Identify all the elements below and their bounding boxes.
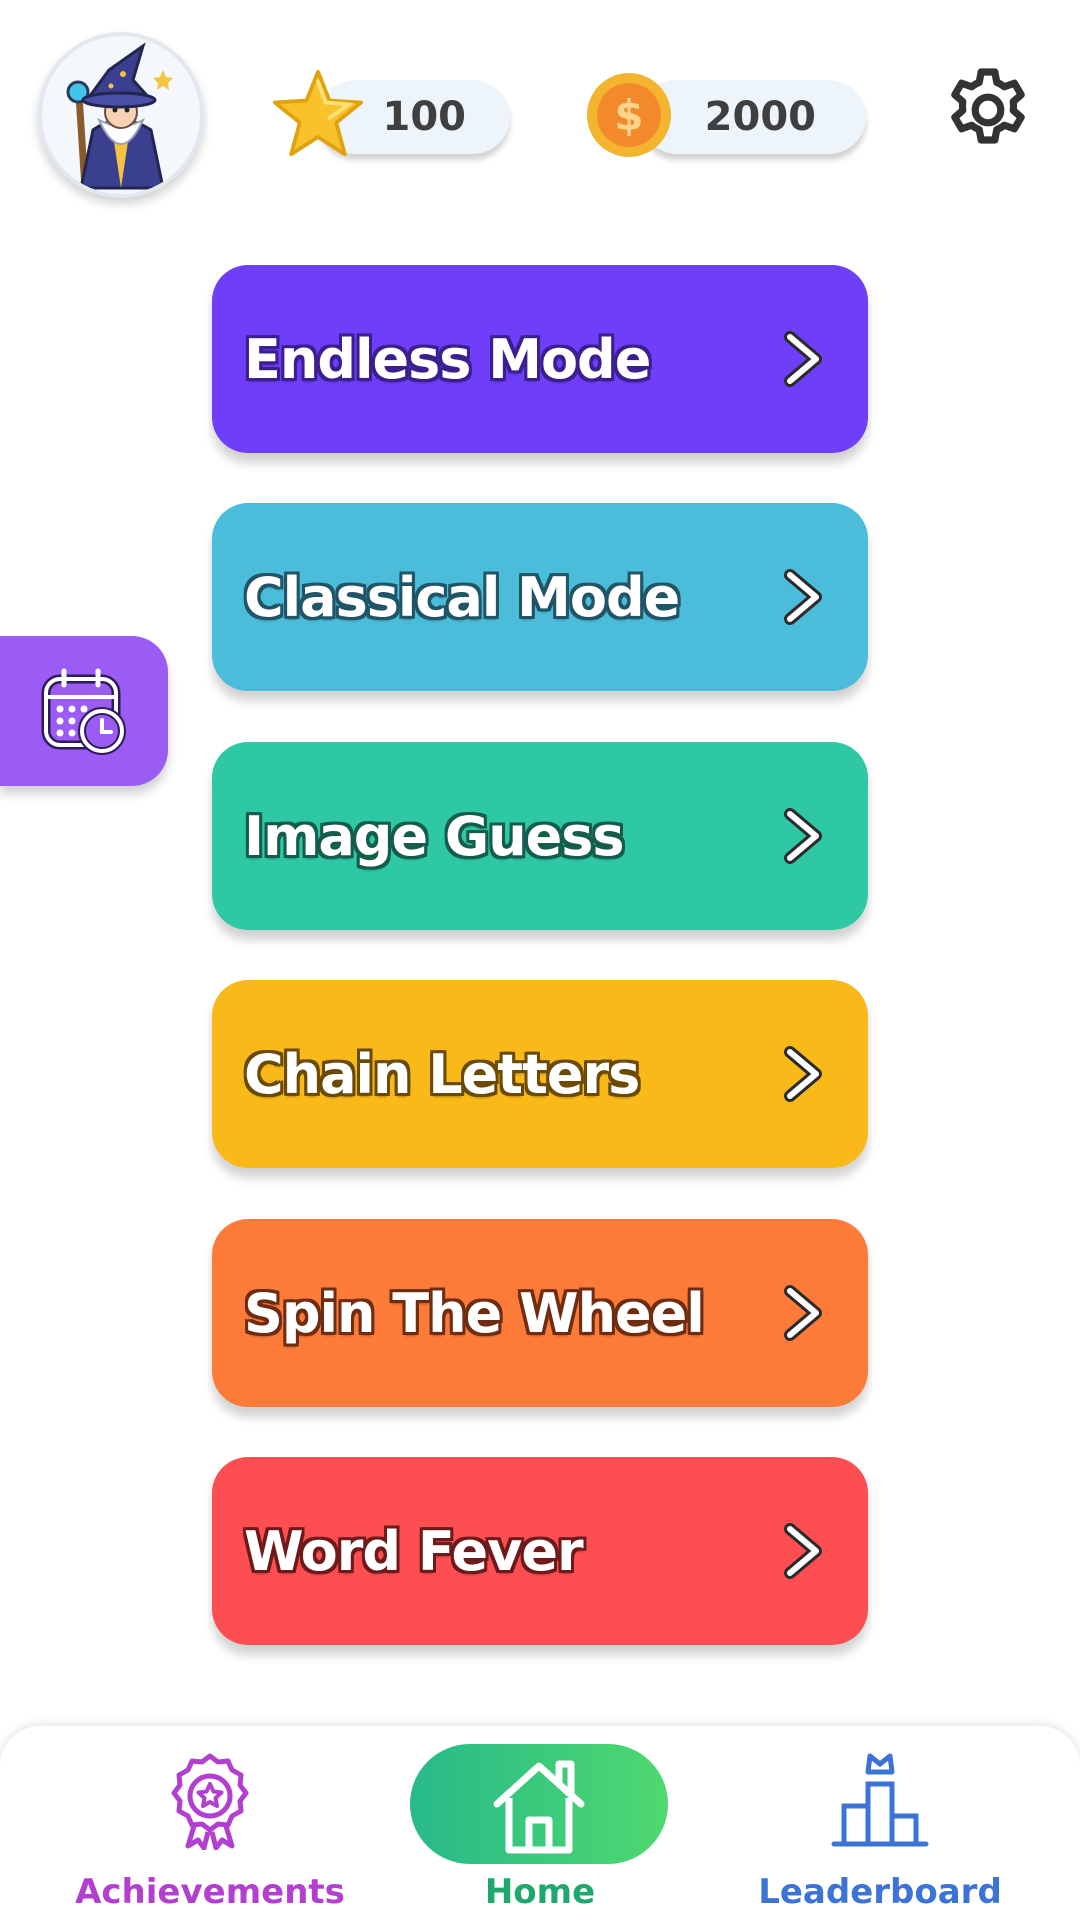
calendar-clock-icon	[41, 668, 126, 755]
leaderboard-podium-icon	[831, 1753, 929, 1847]
nav-leaderboard[interactable]: Leaderboard	[740, 1726, 1020, 1920]
endless-mode-button[interactable]: Endless Mode	[212, 265, 868, 453]
spin-the-wheel-button[interactable]: Spin The Wheel	[212, 1219, 868, 1407]
chevron-right-icon	[784, 808, 822, 864]
chevron-right-icon	[784, 331, 822, 387]
chevron-right-icon	[784, 569, 822, 625]
award-badge-icon	[171, 1753, 249, 1850]
chevron-right-icon	[784, 1285, 822, 1341]
svg-text:$: $	[614, 91, 643, 140]
mode-label: Spin The Wheel	[244, 1281, 705, 1345]
nav-home[interactable]: Home	[400, 1726, 680, 1920]
bottom-nav: Achievements Home Leaderboard	[0, 1726, 1080, 1920]
word-fever-button[interactable]: Word Fever	[212, 1457, 868, 1645]
mode-label: Image Guess	[244, 804, 625, 868]
house-icon	[493, 1760, 585, 1854]
gear-icon[interactable]	[940, 62, 1036, 158]
nav-achievements[interactable]: Achievements	[60, 1726, 360, 1920]
daily-calendar-button[interactable]	[0, 636, 168, 786]
home-screen: 100 2000 $ Endless Mode Classical Mode I…	[0, 0, 1080, 1920]
chevron-right-icon	[784, 1523, 822, 1579]
wizard-icon	[66, 42, 173, 190]
classical-mode-button[interactable]: Classical Mode	[212, 503, 868, 691]
chevron-right-icon	[784, 1046, 822, 1102]
star-icon	[272, 69, 364, 157]
nav-leaderboard-label: Leaderboard	[758, 1872, 1002, 1912]
stars-value: 100	[382, 94, 467, 140]
nav-home-label: Home	[484, 1872, 596, 1912]
wizard-avatar[interactable]	[38, 32, 204, 198]
mode-label: Endless Mode	[244, 327, 651, 391]
mode-label: Classical Mode	[244, 565, 680, 629]
nav-achievements-label: Achievements	[75, 1872, 345, 1912]
mode-label: Chain Letters	[244, 1042, 640, 1106]
coin-icon: $	[587, 73, 671, 157]
chain-letters-button[interactable]: Chain Letters	[212, 980, 868, 1168]
coins-value: 2000	[704, 94, 816, 140]
home-active-indicator	[410, 1744, 668, 1864]
image-guess-button[interactable]: Image Guess	[212, 742, 868, 930]
mode-label: Word Fever	[244, 1519, 584, 1583]
